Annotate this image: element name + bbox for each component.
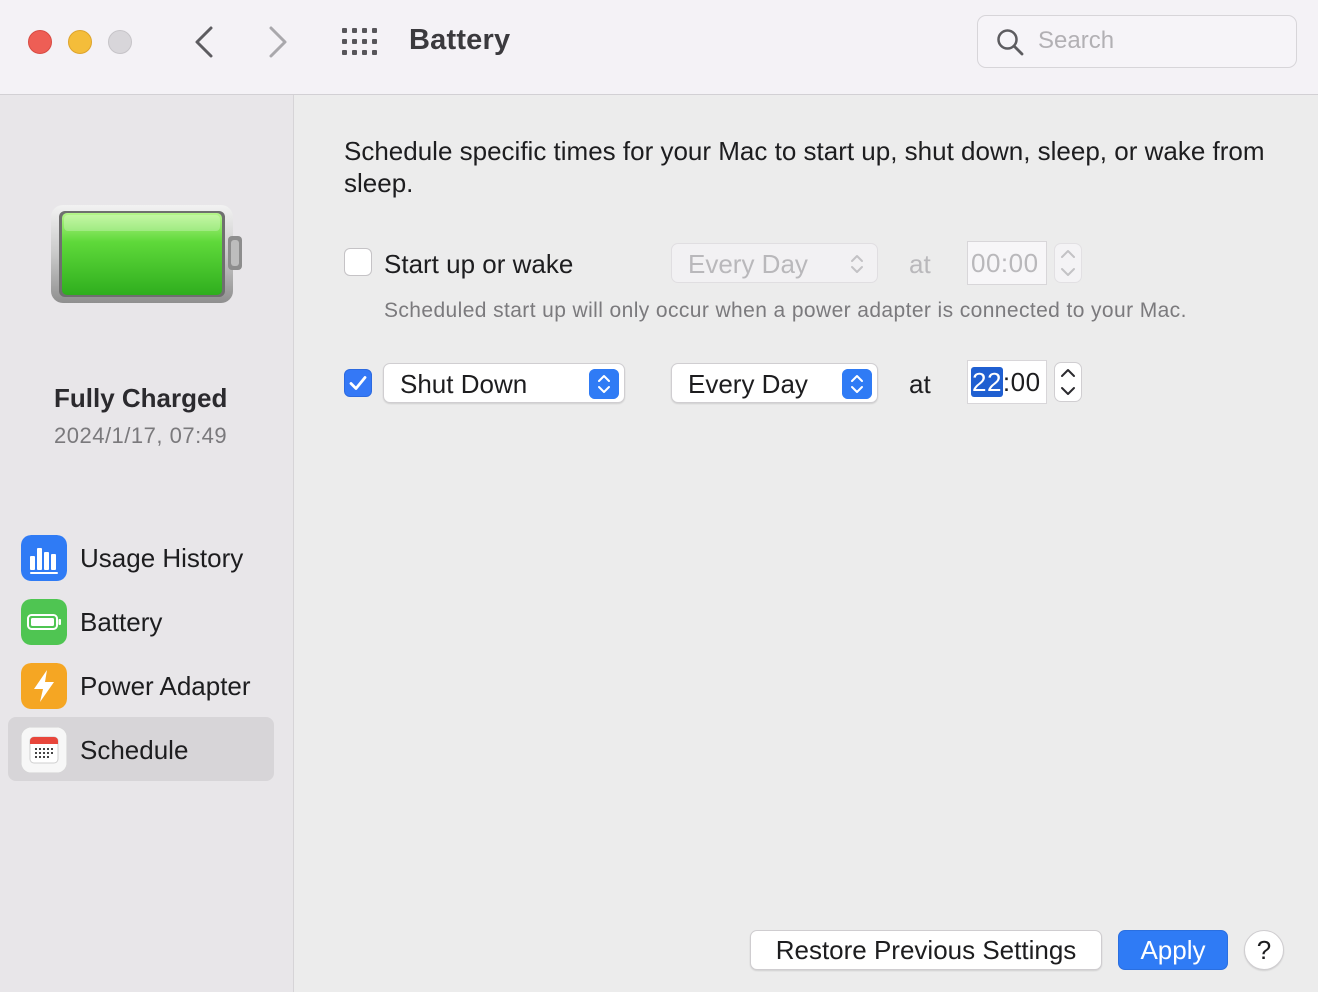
sidebar-item-power-adapter[interactable]: Power Adapter bbox=[8, 653, 274, 717]
schedule-pane: Schedule specific times for your Mac to … bbox=[295, 95, 1318, 992]
shutdown-frequency-select[interactable]: Every Day bbox=[671, 363, 878, 403]
search-field[interactable] bbox=[977, 15, 1297, 68]
forward-button[interactable] bbox=[258, 22, 298, 62]
checkmark-icon bbox=[349, 376, 367, 390]
grid-icon bbox=[342, 28, 377, 55]
show-all-button[interactable] bbox=[338, 22, 382, 62]
shutdown-frequency-value: Every Day bbox=[688, 369, 808, 399]
stepper-arrows-icon bbox=[1061, 369, 1075, 395]
up-down-arrows-icon bbox=[589, 369, 619, 399]
shutdown-action-value: Shut Down bbox=[400, 369, 528, 399]
bar-chart-icon bbox=[21, 535, 67, 581]
shutdown-time-minutes[interactable]: 00 bbox=[1011, 367, 1041, 397]
window-title: Battery bbox=[409, 24, 511, 56]
chevron-right-icon bbox=[269, 26, 287, 58]
shutdown-checkbox[interactable] bbox=[344, 369, 372, 397]
zoom-window-button[interactable] bbox=[108, 30, 132, 54]
sidebar-item-label: Usage History bbox=[80, 543, 244, 573]
battery-status-icon bbox=[51, 205, 242, 303]
stepper-arrows-icon bbox=[1061, 250, 1075, 276]
startup-time-field[interactable]: 00:00 bbox=[967, 241, 1047, 285]
startup-label: Start up or wake bbox=[384, 249, 574, 279]
startup-frequency-value: Every Day bbox=[688, 249, 808, 279]
sidebar-item-battery[interactable]: Battery bbox=[8, 589, 274, 653]
battery-status-date: 2024/1/17, 07:49 bbox=[54, 423, 228, 448]
apply-button[interactable]: Apply bbox=[1118, 930, 1228, 970]
shutdown-time-stepper[interactable] bbox=[1054, 362, 1082, 402]
sidebar-item-label: Power Adapter bbox=[80, 671, 251, 701]
shutdown-time-field[interactable]: 22:00 bbox=[967, 360, 1047, 404]
sidebar-item-label: Schedule bbox=[80, 735, 189, 765]
chevron-left-icon bbox=[195, 26, 213, 58]
back-button[interactable] bbox=[184, 22, 224, 62]
search-icon bbox=[997, 29, 1024, 56]
battery-icon bbox=[21, 599, 67, 645]
shutdown-time-value: 22:00 bbox=[971, 367, 1041, 398]
calendar-icon bbox=[21, 727, 67, 773]
sidebar: Fully Charged 2024/1/17, 07:49 Usage His… bbox=[0, 95, 294, 992]
startup-note: Scheduled start up will only occur when … bbox=[384, 299, 1187, 322]
sidebar-item-usage-history[interactable]: Usage History bbox=[8, 525, 274, 589]
title-bar: Battery bbox=[0, 0, 1318, 95]
search-input[interactable] bbox=[1038, 26, 1278, 56]
close-window-button[interactable] bbox=[28, 30, 52, 54]
lightning-icon bbox=[21, 663, 67, 709]
sidebar-item-schedule[interactable]: Schedule bbox=[8, 717, 274, 781]
help-button[interactable]: ? bbox=[1244, 930, 1284, 970]
shutdown-at-label: at bbox=[909, 369, 931, 399]
startup-checkbox[interactable] bbox=[344, 248, 372, 276]
battery-status-title: Fully Charged bbox=[54, 383, 228, 413]
shutdown-time-hours[interactable]: 22 bbox=[971, 367, 1003, 397]
startup-time-stepper[interactable] bbox=[1054, 243, 1082, 283]
startup-frequency-select[interactable]: Every Day bbox=[671, 243, 878, 283]
restore-previous-settings-button[interactable]: Restore Previous Settings bbox=[750, 930, 1102, 970]
shutdown-time-separator: : bbox=[1002, 367, 1011, 397]
shutdown-action-select[interactable]: Shut Down bbox=[383, 363, 625, 403]
up-down-arrows-icon bbox=[851, 255, 863, 273]
minimize-window-button[interactable] bbox=[68, 30, 92, 54]
startup-time-value: 00:00 bbox=[971, 248, 1039, 278]
startup-at-label: at bbox=[909, 249, 931, 279]
schedule-description: Schedule specific times for your Mac to … bbox=[344, 136, 1265, 198]
up-down-arrows-icon bbox=[842, 369, 872, 399]
sidebar-item-label: Battery bbox=[80, 607, 163, 637]
